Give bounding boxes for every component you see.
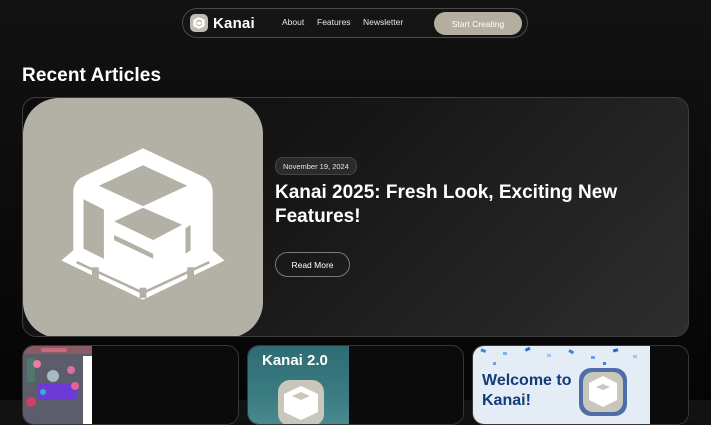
- nav-link-newsletter[interactable]: Newsletter: [363, 17, 403, 27]
- brand[interactable]: Kanai: [190, 13, 255, 33]
- featured-article-image[interactable]: [23, 98, 263, 336]
- brand-name: Kanai: [213, 14, 255, 32]
- nav-link-features[interactable]: Features: [317, 17, 351, 27]
- section-title: Recent Articles: [22, 65, 162, 86]
- article-thumbnail: Welcome to Kanai!: [473, 346, 650, 424]
- article-date-badge: November 19, 2024: [275, 157, 357, 175]
- article-card[interactable]: Welcome to Kanai!: [472, 345, 689, 425]
- article-card[interactable]: [22, 345, 239, 425]
- thumbnail-heading: Welcome to Kanai!: [482, 372, 572, 409]
- featured-article-card[interactable]: November 19, 2024 Kanai 2025: Fresh Look…: [22, 97, 689, 337]
- article-card[interactable]: Kanai 2.0: [247, 345, 464, 425]
- top-navbar: Kanai About Features Newsletter Start Cr…: [182, 8, 528, 38]
- armchair-logo-icon: [61, 148, 225, 300]
- kanai-logo-icon: [190, 14, 208, 32]
- article-thumbnail: Kanai 2.0: [248, 346, 349, 424]
- read-more-button[interactable]: Read More: [275, 252, 350, 277]
- start-creating-button[interactable]: Start Creating: [434, 12, 522, 35]
- article-thumbnail: [23, 346, 92, 424]
- nav-link-about[interactable]: About: [282, 17, 304, 27]
- app-icon-illustration: [278, 380, 324, 424]
- app-interface-illustration: [23, 346, 92, 424]
- featured-article-title[interactable]: Kanai 2025: Fresh Look, Exciting New Fea…: [275, 181, 645, 229]
